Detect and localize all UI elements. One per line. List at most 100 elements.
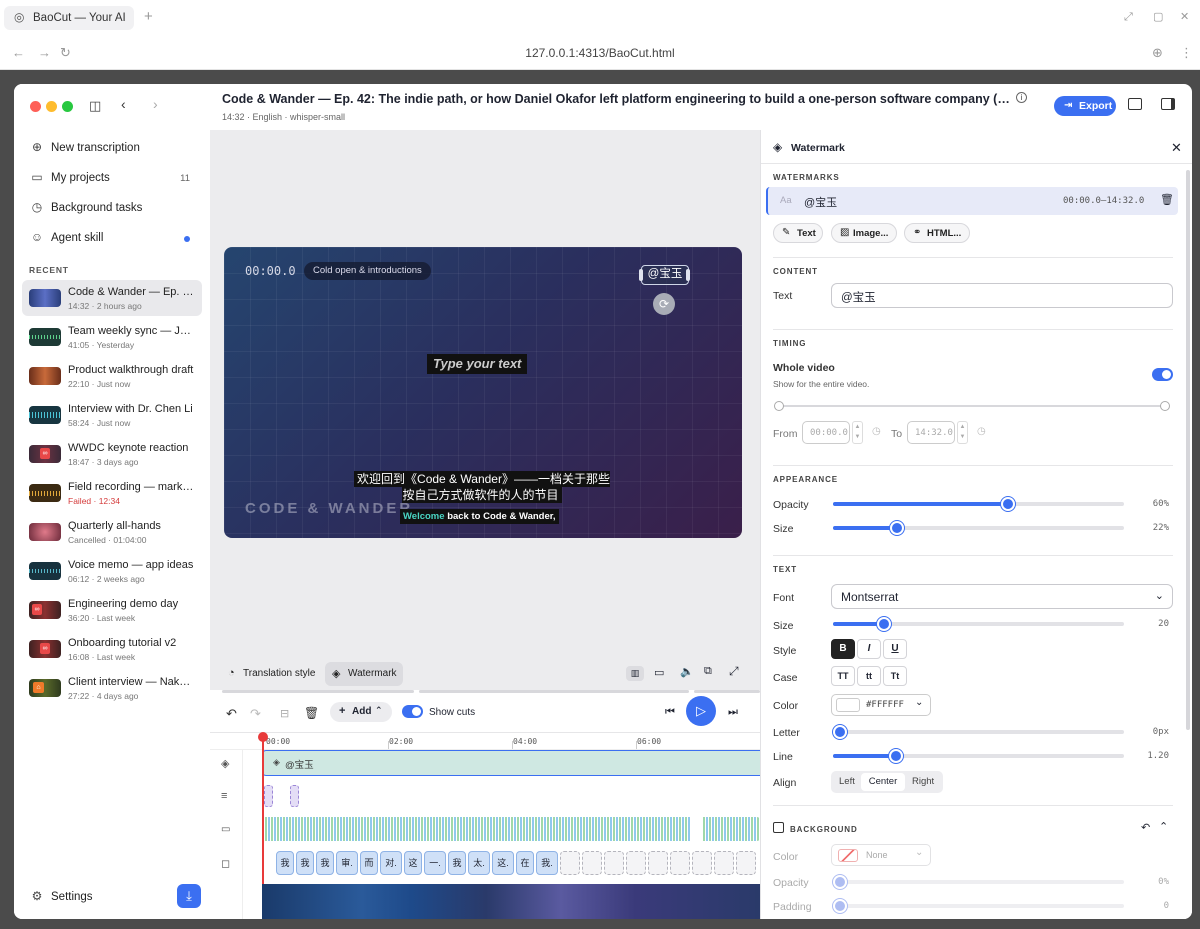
timeline-scroll-segment[interactable] [222, 690, 414, 693]
sidebar-toggle-icon[interactable]: ◫ [89, 98, 101, 114]
caption-chip[interactable]: 审. [336, 851, 358, 875]
watermark-list-item[interactable]: Aa @宝玉 00:00.0–14:32.0 🗑 [766, 187, 1178, 215]
info-icon[interactable]: i [1016, 92, 1027, 103]
bold-button[interactable]: B [831, 639, 855, 659]
empty-caption-chip[interactable] [582, 851, 602, 875]
split-view-icon[interactable]: ▥ [626, 666, 644, 681]
watermark-handle-left[interactable] [639, 269, 643, 281]
to-stepper[interactable]: ▲ ▼ [957, 421, 968, 444]
close-icon[interactable]: ✕ [1171, 140, 1182, 156]
fullscreen-icon[interactable]: ⤢ [729, 664, 739, 679]
timeline-scroll-segment[interactable] [694, 690, 760, 693]
caption-chip[interactable]: 我 [296, 851, 314, 875]
recent-item[interactable]: Product walkthrough draft 22:10 · Just n… [22, 358, 202, 394]
layout-right-icon[interactable] [1161, 98, 1175, 110]
empty-caption-chip[interactable] [670, 851, 690, 875]
window-close-dot[interactable] [30, 101, 41, 112]
italic-button[interactable]: I [857, 639, 881, 659]
watermark-clip[interactable]: ◈ @宝玉 [262, 750, 760, 776]
caption-chip[interactable]: 这 [404, 851, 422, 875]
font-select[interactable]: Montserrat ⌄ [831, 584, 1173, 609]
skip-back-icon[interactable]: ⏮ [665, 706, 675, 719]
letter-spacing-slider[interactable] [833, 725, 1124, 739]
bg-color-picker[interactable]: None ⌄ [831, 844, 931, 866]
empty-caption-chip[interactable] [626, 851, 646, 875]
address-bar[interactable]: 127.0.0.1:4313/BaoCut.html [0, 46, 1200, 60]
slider-knob[interactable] [890, 521, 905, 535]
slider-knob[interactable] [1000, 497, 1015, 511]
empty-caption-chip[interactable] [648, 851, 668, 875]
line-height-slider[interactable] [833, 749, 1124, 763]
whole-video-toggle[interactable] [1152, 368, 1173, 381]
new-tab-icon[interactable]: + [144, 8, 153, 25]
slider-knob[interactable] [833, 899, 847, 913]
caption-chip[interactable]: 太. [468, 851, 490, 875]
play-button[interactable]: ▷ [686, 696, 716, 726]
uppercase-button[interactable]: TT [831, 666, 855, 686]
export-button[interactable]: ⇥ Export [1054, 96, 1116, 116]
text-color-picker[interactable]: #FFFFFF ⌄ [831, 694, 931, 716]
recent-item[interactable]: Voice memo — app ideas 06:12 · 2 weeks a… [22, 553, 202, 589]
text-input[interactable]: @宝玉 [831, 283, 1173, 308]
window-minimize-dot[interactable] [46, 101, 57, 112]
caption-chip[interactable]: 一. [424, 851, 446, 875]
recent-item[interactable]: ∞ Onboarding tutorial v2 16:08 · Last we… [22, 631, 202, 667]
recent-item[interactable]: Quarterly all-hands Cancelled · 01:04:00 [22, 514, 202, 550]
caption-chip[interactable]: 我. [536, 851, 558, 875]
rotate-handle[interactable]: ⟳ [653, 293, 675, 315]
recent-item[interactable]: ⌂ Client interview — Nakamura 27:22 · 4 … [22, 670, 202, 706]
empty-caption-chip[interactable] [736, 851, 756, 875]
caption-chip[interactable]: 我 [448, 851, 466, 875]
timeline-scroll-segment[interactable] [419, 690, 689, 693]
nav-my-projects[interactable]: ▭ My projects 11 [26, 165, 198, 191]
slider-knob[interactable] [833, 725, 847, 739]
text-size-slider[interactable] [833, 617, 1124, 631]
reset-icon[interactable]: ↶ [1141, 821, 1150, 834]
caption-chip[interactable]: 而 [360, 851, 378, 875]
nav-agent-skill[interactable]: ☺ Agent skill [26, 225, 198, 251]
timing-range-slider[interactable] [779, 405, 1167, 407]
from-stepper[interactable]: ▲ ▼ [852, 421, 863, 444]
add-bookmark-icon[interactable]: ⊕ [1152, 45, 1163, 61]
watermark-overlay[interactable]: @宝玉 [641, 265, 689, 285]
caption-chip[interactable]: 我 [276, 851, 294, 875]
text-placeholder[interactable]: Type your text [427, 354, 528, 374]
caption-chip[interactable]: 这. [492, 851, 514, 875]
translation-style-tab[interactable]: ◔ Translation style [222, 662, 318, 686]
recent-item[interactable]: Interview with Dr. Chen Li 58:24 · Just … [22, 397, 202, 433]
background-checkbox[interactable] [773, 822, 784, 833]
pip-icon[interactable]: ⧉ [704, 665, 712, 678]
from-clock-icon[interactable]: ◷ [872, 426, 881, 437]
window-close-icon[interactable]: ✕ [1180, 10, 1189, 23]
chevron-up-icon[interactable]: ⌃ [1159, 820, 1168, 833]
align-center-option[interactable]: Center [861, 773, 905, 791]
recent-item[interactable]: Code & Wander — Ep. 42: The indie path 1… [22, 280, 202, 316]
nav-settings[interactable]: ⚙ Settings [26, 884, 198, 910]
slider-knob[interactable] [833, 875, 847, 889]
recent-item[interactable]: ∞ Engineering demo day 36:20 · Last week [22, 592, 202, 628]
nav-new-transcription[interactable]: ⊕ New transcription [26, 135, 198, 161]
show-cuts-toggle[interactable] [402, 705, 423, 718]
underline-button[interactable]: U [883, 639, 907, 659]
add-html-watermark-button[interactable]: ⚭ HTML... [904, 223, 970, 243]
empty-caption-chip[interactable] [604, 851, 624, 875]
from-input[interactable]: 00:00.0 [802, 421, 850, 444]
range-end-handle[interactable] [1160, 401, 1170, 411]
to-input[interactable]: 14:32.0 [907, 421, 955, 444]
add-image-watermark-button[interactable]: ▨ Image... [831, 223, 897, 243]
empty-caption-chip[interactable] [560, 851, 580, 875]
undo-icon[interactable]: ↶ [226, 706, 237, 722]
reader-icon[interactable]: ▢ [1153, 10, 1163, 23]
caption-chip[interactable]: 在 [516, 851, 534, 875]
redo-icon[interactable]: ↷ [250, 706, 261, 722]
recent-item[interactable]: Team weekly sync — June 41:05 · Yesterda… [22, 319, 202, 355]
caption-chip[interactable]: 对. [380, 851, 402, 875]
text-clip[interactable] [264, 785, 273, 807]
to-clock-icon[interactable]: ◷ [977, 426, 986, 437]
nav-background-tasks[interactable]: ◷ Background tasks [26, 195, 198, 221]
align-right-option[interactable]: Right [912, 776, 934, 787]
nav-forward-icon[interactable]: › [153, 96, 158, 112]
trash-icon[interactable]: 🗑 [1160, 193, 1174, 206]
zoom-icon[interactable]: ⤢ [1124, 11, 1133, 24]
slider-knob[interactable] [889, 749, 903, 763]
